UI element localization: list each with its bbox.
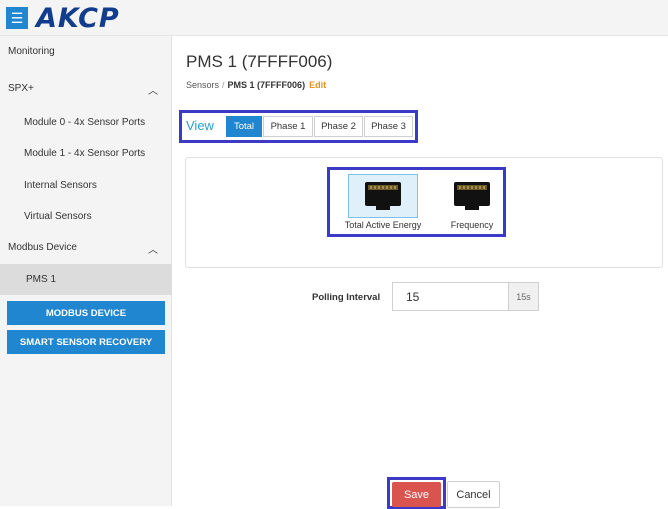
sidebar-item-label: Internal Sensors xyxy=(24,180,97,191)
chevron-up-icon[interactable]: ︿ xyxy=(148,241,158,256)
breadcrumb-current: PMS 1 (7FFFF006) xyxy=(227,80,306,90)
rj45-port-icon xyxy=(364,181,402,211)
cancel-button[interactable]: Cancel xyxy=(447,481,500,508)
modbus-device-button[interactable]: MODBUS DEVICE xyxy=(7,301,165,325)
sidebar-item-label: PMS 1 xyxy=(26,274,57,285)
sidebar: Monitoring SPX+ ︿ Module 0 - 4x Sensor P… xyxy=(0,36,172,506)
page-title: PMS 1 (7FFFF006) xyxy=(186,52,333,71)
save-button[interactable]: Save xyxy=(392,482,441,507)
rj45-port-icon xyxy=(453,181,491,211)
chevron-up-icon[interactable]: ︿ xyxy=(148,82,158,97)
akcp-logo: AKCP xyxy=(36,3,120,34)
polling-interval-unit: 15s xyxy=(508,282,539,311)
sidebar-item-internal-sensors[interactable]: Internal Sensors xyxy=(0,170,172,201)
tab-phase-2[interactable]: Phase 2 xyxy=(314,116,363,137)
sensor-label-total-active-energy: Total Active Energy xyxy=(344,220,422,230)
top-bar: ☰ AKCP xyxy=(0,0,668,36)
sidebar-item-module-0[interactable]: Module 0 - 4x Sensor Ports xyxy=(0,107,172,138)
view-label: View xyxy=(186,118,214,133)
tab-phase-1[interactable]: Phase 1 xyxy=(263,116,313,137)
sidebar-item-label: Module 0 - 4x Sensor Ports xyxy=(24,117,146,128)
sidebar-item-label: Module 1 - 4x Sensor Ports xyxy=(24,148,146,159)
sidebar-item-module-1[interactable]: Module 1 - 4x Sensor Ports xyxy=(0,138,172,169)
polling-interval-input[interactable]: 15 xyxy=(392,282,508,311)
breadcrumb: Sensors / PMS 1 (7FFFF006) Edit xyxy=(186,80,326,90)
sensor-label-frequency: Frequency xyxy=(450,220,494,230)
sidebar-item-label: SPX+ xyxy=(8,83,34,94)
sidebar-item-spx[interactable]: SPX+ ︿ xyxy=(0,73,172,104)
sidebar-item-pms-1[interactable]: PMS 1 xyxy=(0,264,172,295)
smart-sensor-recovery-button[interactable]: SMART SENSOR RECOVERY xyxy=(7,330,165,354)
sensor-total-active-energy[interactable] xyxy=(348,174,418,218)
sidebar-item-modbus-device[interactable]: Modbus Device ︿ xyxy=(0,232,172,263)
sidebar-item-label: Virtual Sensors xyxy=(24,211,92,222)
sensor-frequency[interactable] xyxy=(437,174,507,218)
breadcrumb-separator: / xyxy=(222,80,225,90)
breadcrumb-sensors-link[interactable]: Sensors xyxy=(186,80,219,90)
hamburger-menu-icon[interactable]: ☰ xyxy=(6,7,28,29)
sidebar-item-label: Monitoring xyxy=(8,46,55,57)
polling-interval-label: Polling Interval xyxy=(312,292,381,303)
tab-phase-3[interactable]: Phase 3 xyxy=(364,116,413,137)
edit-link[interactable]: Edit xyxy=(309,80,326,90)
tab-total[interactable]: Total xyxy=(226,116,262,137)
sidebar-item-monitoring[interactable]: Monitoring xyxy=(0,36,172,67)
sidebar-item-virtual-sensors[interactable]: Virtual Sensors xyxy=(0,201,172,232)
sidebar-item-label: Modbus Device xyxy=(8,242,77,253)
